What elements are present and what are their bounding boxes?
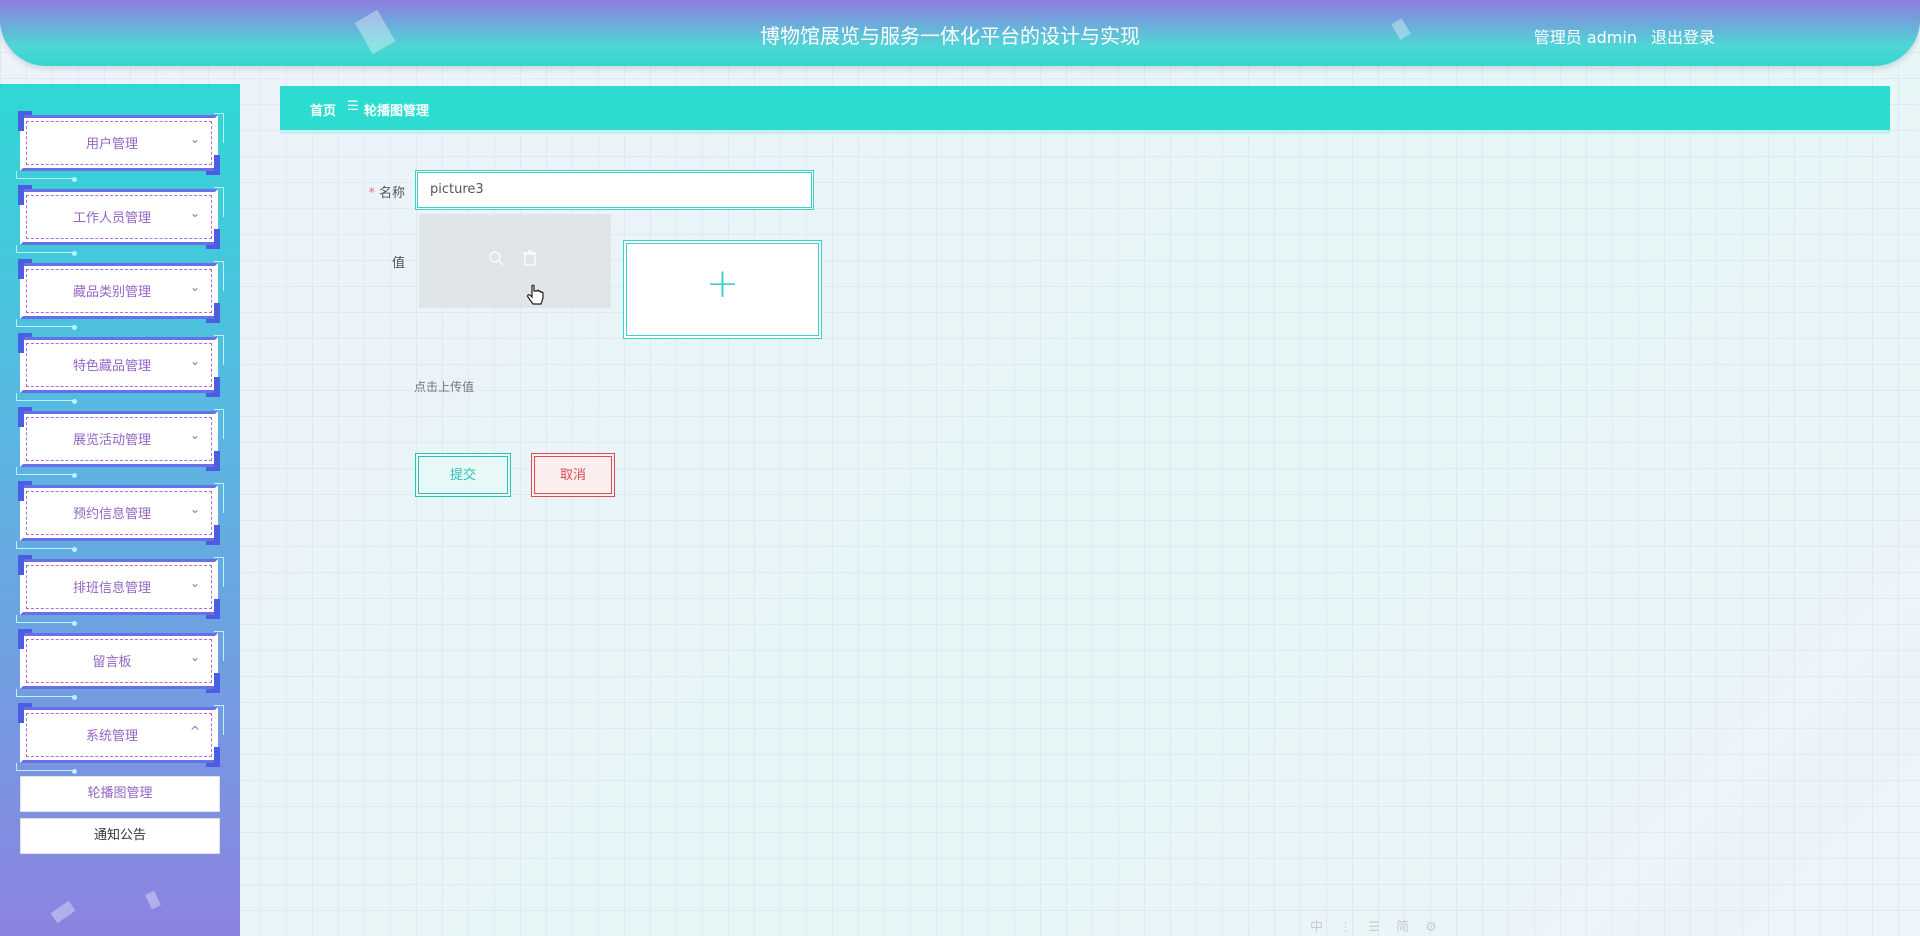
chevron-down-icon: ⌄: [189, 280, 200, 294]
user-label: 管理员 admin: [1533, 28, 1637, 47]
frame-line: [16, 245, 76, 253]
sidebar-decoration: [145, 890, 161, 910]
breadcrumb-current: 轮播图管理: [364, 104, 430, 119]
frame-dot: [72, 621, 77, 626]
name-input[interactable]: picture3: [415, 170, 814, 210]
frame-line: [214, 631, 224, 661]
chevron-down-icon: ⌄: [189, 428, 200, 442]
menu-reservation[interactable]: 预约信息管理 ⌄: [16, 481, 224, 552]
menu-exhibition-activity[interactable]: 展览活动管理 ⌄: [16, 407, 224, 478]
menu-message-board[interactable]: 留言板 ⌄: [16, 629, 224, 700]
top-header: 博物馆展览与服务一体化平台的设计与实现 管理员 admin 退出登录: [0, 0, 1920, 66]
frame-dot: [72, 769, 77, 774]
menu-label: 特色藏品管理: [72, 359, 151, 374]
frame-dot: [72, 325, 77, 330]
frame-dot: [72, 473, 77, 478]
chevron-down-icon: ⌄: [189, 132, 200, 146]
menu-label: 藏品类别管理: [72, 285, 151, 300]
frame-line: [214, 705, 224, 735]
submenu-notice[interactable]: 通知公告: [20, 818, 220, 854]
menu-label: 工作人员管理: [72, 211, 151, 226]
menu-user-management[interactable]: 用户管理 ⌄: [16, 111, 224, 182]
menu-label: 留言板: [92, 655, 132, 670]
frame-line: [16, 763, 76, 771]
chevron-down-icon: ⌄: [189, 576, 200, 590]
menu-collection-category[interactable]: 藏品类别管理 ⌄: [16, 259, 224, 330]
chevron-down-icon: ⌄: [189, 354, 200, 368]
delete-icon[interactable]: [523, 250, 537, 270]
submit-button[interactable]: 提交: [415, 453, 511, 497]
frame-line: [16, 171, 76, 179]
frame-line: [214, 557, 224, 587]
value-field-label: 值: [391, 256, 405, 271]
breadcrumb-home[interactable]: 首页: [310, 100, 336, 119]
zoom-in-icon[interactable]: [488, 250, 504, 270]
frame-line: [16, 467, 76, 475]
sidebar: 用户管理 ⌄ 工作人员管理 ⌄ 藏品类别管理 ⌄ 特色藏品管理 ⌄ 展览活动管理…: [0, 84, 240, 936]
upload-tip: 点击上传值: [414, 380, 475, 394]
menu-staff-management[interactable]: 工作人员管理 ⌄: [16, 185, 224, 256]
menu-label: 预约信息管理: [72, 507, 151, 522]
name-label-text: 名称: [378, 186, 405, 201]
frame-line: [214, 113, 224, 143]
frame-line: [214, 335, 224, 365]
cancel-button[interactable]: 取消: [531, 453, 615, 497]
frame-line: [16, 319, 76, 327]
frame-dot: [72, 547, 77, 552]
frame-line: [214, 409, 224, 439]
user-area: 管理员 admin 退出登录: [1520, 24, 1715, 48]
chevron-up-icon: ^: [189, 724, 200, 738]
breadcrumb: 首页 ☰ 轮播图管理: [280, 86, 1890, 130]
hand-pointer-icon: [526, 284, 546, 314]
chevron-down-icon: ⌄: [189, 502, 200, 516]
frame-dot: [72, 695, 77, 700]
menu-label: 排班信息管理: [72, 581, 151, 596]
plus-icon: +: [705, 261, 740, 307]
menu-separator-icon: ☰: [347, 99, 359, 114]
required-mark: *: [368, 186, 375, 201]
uploaded-image-thumbnail[interactable]: [419, 214, 611, 308]
frame-line: [16, 393, 76, 401]
frame-dot: [72, 177, 77, 182]
menu-featured-collection[interactable]: 特色藏品管理 ⌄: [16, 333, 224, 404]
input-method-toolbar: 中 ⋮ ☰ 简 ⚙: [1310, 920, 1443, 935]
frame-dot: [72, 399, 77, 404]
sidebar-decoration: [50, 900, 76, 924]
frame-line: [16, 541, 76, 549]
frame-line: [214, 483, 224, 513]
frame-line: [214, 261, 224, 291]
menu-label: 系统管理: [85, 729, 138, 744]
menu-label: 展览活动管理: [72, 433, 151, 448]
chevron-down-icon: ⌄: [189, 206, 200, 220]
frame-dot: [72, 251, 77, 256]
frame-line: [16, 689, 76, 697]
menu-label: 用户管理: [85, 137, 138, 152]
image-upload-button[interactable]: +: [623, 240, 822, 339]
chevron-down-icon: ⌄: [189, 650, 200, 664]
frame-line: [16, 615, 76, 623]
menu-schedule[interactable]: 排班信息管理 ⌄: [16, 555, 224, 626]
menu-system-management[interactable]: 系统管理 ^: [16, 703, 224, 774]
logout-link[interactable]: 退出登录: [1651, 28, 1715, 47]
submenu-carousel-management[interactable]: 轮播图管理: [20, 776, 220, 812]
name-field-label: * 名称: [325, 182, 405, 201]
frame-line: [214, 187, 224, 217]
